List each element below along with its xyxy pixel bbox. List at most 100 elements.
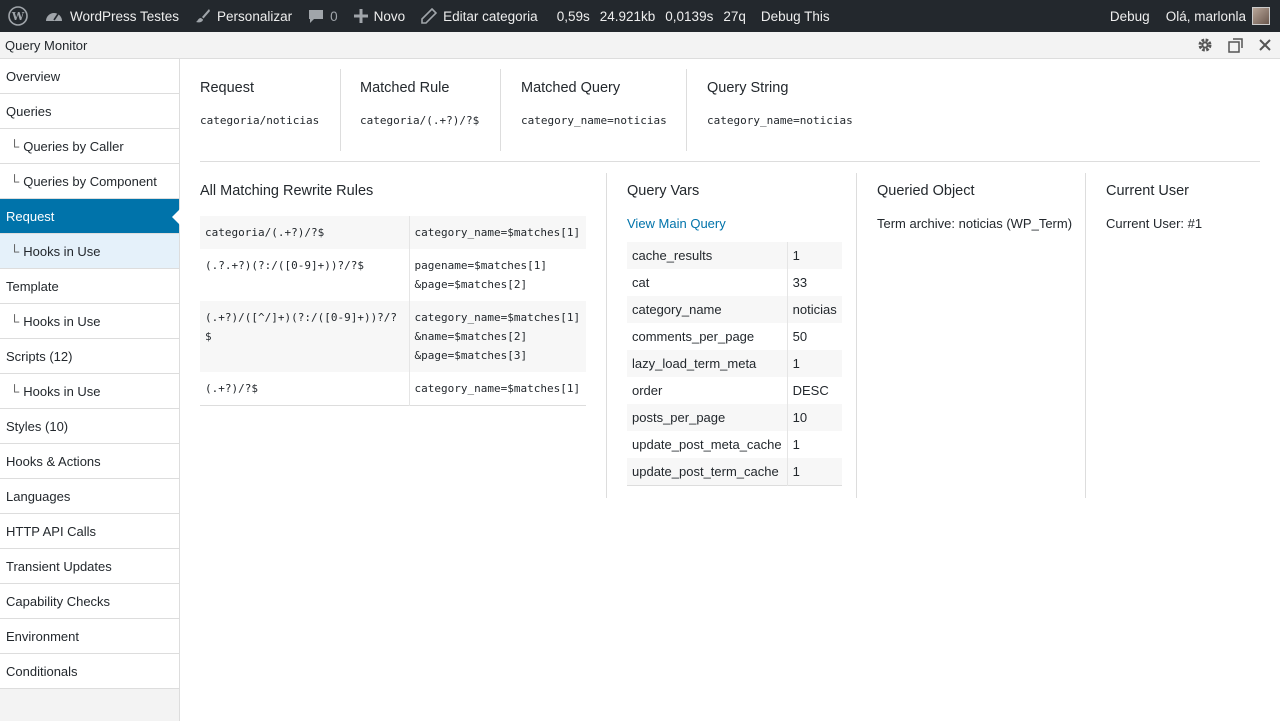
current-user-section: Current User Current User: #1 xyxy=(1106,183,1202,231)
debug-label: Debug xyxy=(1109,8,1150,24)
my-account-link[interactable]: Olá, marlonla xyxy=(1158,0,1280,32)
nav-item-label: Overview xyxy=(6,68,61,84)
rewrite-query-cell: category_name=$matches[1] &name=$matches[… xyxy=(409,301,586,372)
nav-item-label: Hooks in Use xyxy=(23,243,101,259)
admin-bar: W WordPress Testes Personalizar 0 Novo E… xyxy=(0,0,1280,32)
query-var-value: 1 xyxy=(792,356,800,371)
divider xyxy=(500,69,501,151)
rewrite-query-line: &page=$matches[3] xyxy=(414,349,528,362)
rewrite-query-line: &name=$matches[2] xyxy=(414,330,528,343)
nav-item-label: Styles (10) xyxy=(6,418,69,434)
nav-item-http-api-calls[interactable]: HTTP API Calls xyxy=(0,514,179,549)
rewrite-rule-cell: (.?.+?)(?:/([0-9]+))?/?$ xyxy=(200,249,410,301)
request-value: categoria/noticias xyxy=(200,114,320,127)
query-string-section: Query String category_name=noticias xyxy=(707,80,853,127)
nav-item-queries-by-caller[interactable]: └ Queries by Caller xyxy=(0,129,179,164)
matched-query-title: Matched Query xyxy=(521,80,621,96)
nav-tree-prefix: └ xyxy=(10,243,20,259)
queried-object-value: Term archive: noticias (WP_Term) xyxy=(877,216,1073,231)
divider xyxy=(1085,173,1086,498)
qm-title: Query Monitor xyxy=(5,37,88,53)
nav-item-queries[interactable]: Queries xyxy=(0,94,179,129)
matched-rule-value: categoria/(.+?)/?$ xyxy=(360,114,480,127)
edit-category-link[interactable]: Editar categoria xyxy=(413,0,546,32)
qm-stat-query-time: 0,0139s xyxy=(665,8,714,24)
nav-item-hooks-in-use[interactable]: └ Hooks in Use xyxy=(0,234,179,269)
nav-item-label: Hooks in Use xyxy=(23,313,101,329)
new-content-link[interactable]: Novo xyxy=(346,0,414,32)
nav-item-label: Environment xyxy=(6,628,79,644)
table-row: comments_per_page 50 xyxy=(627,323,842,350)
table-row: (.+?)/([^/]+)(?:/([0-9]+))?/?$ category_n… xyxy=(200,301,586,372)
nav-item-queries-by-component[interactable]: └ Queries by Component xyxy=(0,164,179,199)
table-row: (.?.+?)(?:/([0-9]+))?/?$ pagename=$matche… xyxy=(200,249,586,301)
rewrite-rules-title: All Matching Rewrite Rules xyxy=(200,183,374,199)
query-var-value: 10 xyxy=(792,410,808,425)
debug-link[interactable]: Debug xyxy=(1102,0,1158,32)
view-main-query-link[interactable]: View Main Query xyxy=(627,216,842,231)
nav-item-label: Queries xyxy=(6,103,52,119)
query-var-key: comments_per_page xyxy=(627,323,788,350)
new-content-label: Novo xyxy=(373,8,406,24)
nav-item-hooks-in-use[interactable]: └ Hooks in Use xyxy=(0,374,179,409)
query-monitor-stats[interactable]: 0,59s 24.921kb 0,0139s 27q xyxy=(546,0,753,32)
query-vars-section: Query Vars View Main Query cache_results… xyxy=(627,183,842,486)
rewrite-query-cell: category_name=$matches[1] xyxy=(409,216,586,249)
nav-item-hooks-actions[interactable]: Hooks & Actions xyxy=(0,444,179,479)
request-title: Request xyxy=(200,80,255,96)
rewrite-query-line: category_name=$matches[1] xyxy=(414,311,581,324)
gear-icon[interactable] xyxy=(1190,32,1220,58)
nav-item-request[interactable]: Request xyxy=(0,199,180,234)
query-vars-table: cache_results 1 cat 33 category_name noticias… xyxy=(627,242,842,486)
query-var-value: 33 xyxy=(792,275,808,290)
nav-item-conditionals[interactable]: Conditionals xyxy=(0,654,179,689)
rewrite-rule-cell: categoria/(.+?)/?$ xyxy=(200,216,410,249)
greeting-label: Olá, marlonla xyxy=(1165,8,1246,24)
table-row: update_post_meta_cache 1 xyxy=(627,431,842,458)
nav-item-scripts-12[interactable]: Scripts (12) xyxy=(0,339,179,374)
rewrite-rules-section: All Matching Rewrite Rules categoria/(.+… xyxy=(200,183,586,406)
divider xyxy=(856,173,857,498)
site-name-link[interactable]: WordPress Testes xyxy=(36,0,187,32)
nav-item-transient-updates[interactable]: Transient Updates xyxy=(0,549,179,584)
nav-item-template[interactable]: Template xyxy=(0,269,179,304)
nav-item-environment[interactable]: Environment xyxy=(0,619,179,654)
debug-this-link[interactable]: Debug This xyxy=(753,0,838,32)
nav-tree-prefix: └ xyxy=(10,383,20,399)
nav-tree-prefix: └ xyxy=(10,313,20,329)
customize-link[interactable]: Personalizar xyxy=(187,0,300,32)
query-vars-title: Query Vars xyxy=(627,183,700,199)
nav-item-styles-10[interactable]: Styles (10) xyxy=(0,409,179,444)
table-row: posts_per_page 10 xyxy=(627,404,842,431)
debug-this-label: Debug This xyxy=(760,8,830,24)
close-icon[interactable] xyxy=(1250,32,1280,58)
query-var-value: 1 xyxy=(792,463,800,479)
query-var-key: lazy_load_term_meta xyxy=(627,350,788,377)
toggle-position-icon[interactable] xyxy=(1220,32,1250,58)
query-var-key: update_post_meta_cache xyxy=(627,431,788,458)
query-var-key: cache_results xyxy=(627,242,788,269)
table-row: categoria/(.+?)/?$ category_name=$matches… xyxy=(200,216,586,249)
divider xyxy=(340,69,341,151)
qm-sidebar-nav: Overview Queries └ Queries by Caller └ Querie… xyxy=(0,59,180,721)
matched-rule-title: Matched Rule xyxy=(360,80,450,96)
wordpress-logo-icon[interactable]: W xyxy=(0,0,36,32)
nav-item-languages[interactable]: Languages xyxy=(0,479,179,514)
nav-item-hooks-in-use[interactable]: └ Hooks in Use xyxy=(0,304,179,339)
nav-tree-prefix: └ xyxy=(10,138,20,154)
matched-query-section: Matched Query category_name=noticias xyxy=(521,80,667,127)
qm-request-panel: Request categoria/noticias Matched Rule … xyxy=(180,59,1280,721)
rewrite-query-line: pagename=$matches[1] xyxy=(414,259,547,272)
rewrite-rules-table: categoria/(.+?)/?$ category_name=$matches… xyxy=(200,216,586,406)
nav-item-capability-checks[interactable]: Capability Checks xyxy=(0,584,179,619)
query-var-value: 1 xyxy=(792,437,800,452)
comments-link[interactable]: 0 xyxy=(300,0,346,32)
query-var-key: category_name xyxy=(627,296,788,323)
queried-object-section: Queried Object Term archive: noticias (W… xyxy=(877,183,1072,231)
table-row: category_name noticias xyxy=(627,296,842,323)
nav-item-overview[interactable]: Overview xyxy=(0,59,179,94)
request-section: Request categoria/noticias xyxy=(200,80,319,127)
rewrite-rule-cell: (.+?)/?$ xyxy=(200,372,410,406)
current-user-value: Current User: #1 xyxy=(1106,216,1203,231)
section-divider xyxy=(200,161,1260,162)
